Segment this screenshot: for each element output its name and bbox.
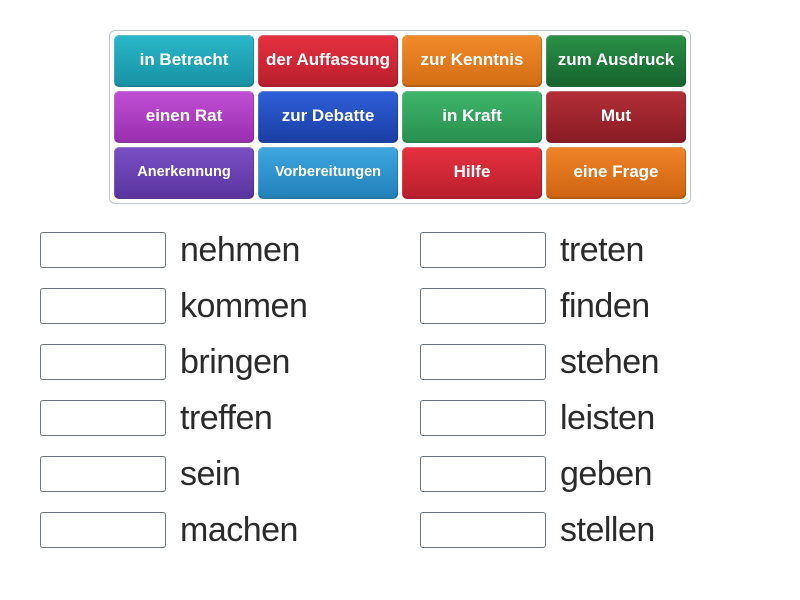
tile-mut[interactable]: Mut: [546, 91, 686, 143]
blank-treten-verb: treten: [560, 231, 644, 270]
blank-bringen: bringen: [40, 334, 380, 390]
tile-hilfe[interactable]: Hilfe: [402, 147, 542, 199]
blank-treffen: treffen: [40, 390, 380, 446]
tile-zur-kenntnis[interactable]: zur Kenntnis: [402, 35, 542, 87]
blank-geben: geben: [420, 446, 760, 502]
blank-machen-verb: machen: [180, 511, 298, 550]
blank-treffen-slot[interactable]: [40, 400, 166, 436]
tile-eine-frage[interactable]: eine Frage: [546, 147, 686, 199]
blank-leisten: leisten: [420, 390, 760, 446]
blank-stellen-slot[interactable]: [420, 512, 546, 548]
tile-anerkennung[interactable]: Anerkennung: [114, 147, 254, 199]
blank-bringen-slot[interactable]: [40, 344, 166, 380]
blank-leisten-slot[interactable]: [420, 400, 546, 436]
blank-machen-slot[interactable]: [40, 512, 166, 548]
blank-finden-verb: finden: [560, 287, 650, 326]
blank-kommen: kommen: [40, 278, 380, 334]
blank-stehen: stehen: [420, 334, 760, 390]
blank-nehmen-slot[interactable]: [40, 232, 166, 268]
blank-stehen-slot[interactable]: [420, 344, 546, 380]
blank-geben-verb: geben: [560, 455, 652, 494]
blank-stehen-verb: stehen: [560, 343, 659, 382]
blank-stellen-verb: stellen: [560, 511, 655, 550]
blank-treffen-verb: treffen: [180, 399, 272, 438]
tile-einen-rat[interactable]: einen Rat: [114, 91, 254, 143]
tile-bank: in Betrachtder Auffassungzur Kenntniszum…: [109, 30, 691, 204]
blank-stellen: stellen: [420, 502, 760, 558]
tile-der-auffassung[interactable]: der Auffassung: [258, 35, 398, 87]
blank-treten: treten: [420, 222, 760, 278]
tile-vorbereitungen[interactable]: Vorbereitungen: [258, 147, 398, 199]
blank-nehmen-verb: nehmen: [180, 231, 300, 270]
blank-bringen-verb: bringen: [180, 343, 290, 382]
blank-sein: sein: [40, 446, 380, 502]
tile-zur-debatte[interactable]: zur Debatte: [258, 91, 398, 143]
blank-kommen-slot[interactable]: [40, 288, 166, 324]
blank-sein-slot[interactable]: [40, 456, 166, 492]
blank-machen: machen: [40, 502, 380, 558]
blank-leisten-verb: leisten: [560, 399, 655, 438]
answer-grid: nehmen treten kommen finden bringen stehen tre…: [40, 222, 760, 558]
blank-nehmen: nehmen: [40, 222, 380, 278]
blank-treten-slot[interactable]: [420, 232, 546, 268]
blank-kommen-verb: kommen: [180, 287, 307, 326]
blank-finden-slot[interactable]: [420, 288, 546, 324]
blank-sein-verb: sein: [180, 455, 240, 494]
blank-geben-slot[interactable]: [420, 456, 546, 492]
blank-finden: finden: [420, 278, 760, 334]
tile-in-kraft[interactable]: in Kraft: [402, 91, 542, 143]
tile-in-betracht[interactable]: in Betracht: [114, 35, 254, 87]
tile-zum-ausdruck[interactable]: zum Ausdruck: [546, 35, 686, 87]
